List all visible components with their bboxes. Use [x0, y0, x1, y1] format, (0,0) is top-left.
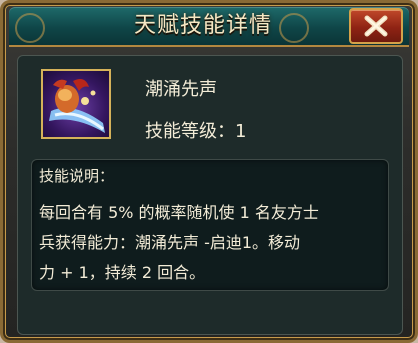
- skill-name: 潮涌先声: [145, 79, 217, 100]
- description-line: 每回合有 5% 的概率随机使 1 名友方士: [39, 203, 319, 222]
- description-heading: 技能说明：: [39, 167, 115, 185]
- skill-level: 技能等级：1: [145, 121, 247, 142]
- close-x-icon: [364, 15, 388, 37]
- tidal-surge-skill-icon: [41, 69, 111, 139]
- dialog-title: 天赋技能详情: [133, 13, 272, 38]
- close-button[interactable]: [349, 8, 403, 44]
- description-line: 力 + 1，持续 2 回合。: [39, 263, 206, 282]
- description-line: 兵获得能力：潮涌先声 -启迪1。移动: [39, 233, 301, 252]
- talent-skill-dialog: 天赋技能详情 潮涌先声 技能等级：1 技能说明： 每回合有 5% 的概率随机使 …: [0, 0, 418, 343]
